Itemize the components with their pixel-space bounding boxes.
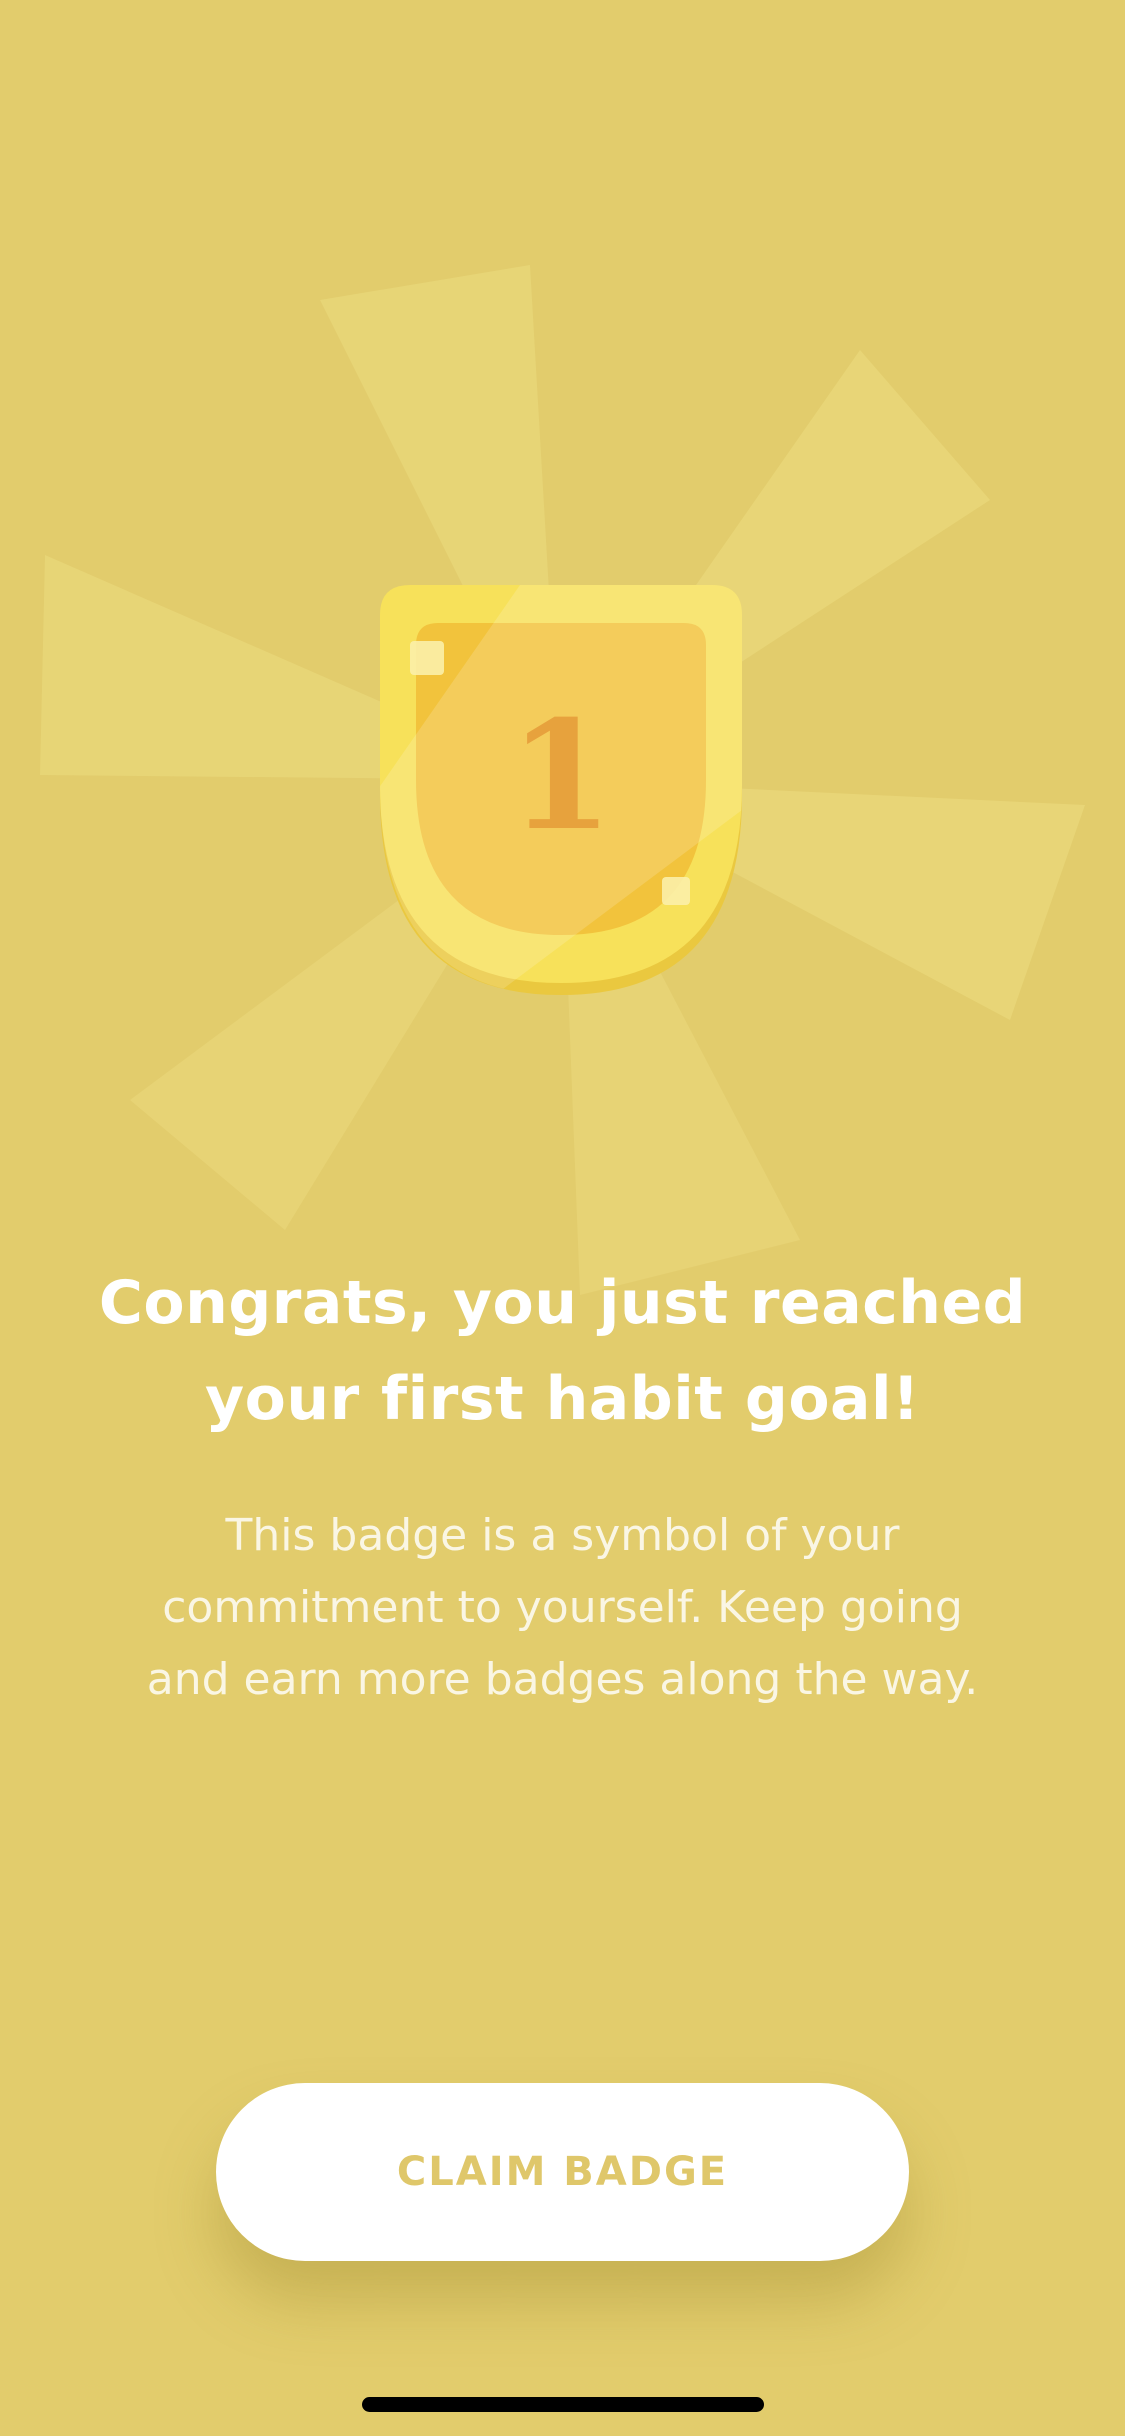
description-line: commitment to yourself. Keep going [162,1582,963,1633]
badge-description: This badge is a symbol of your commitmen… [80,1500,1045,1716]
badge-sparkle-icon [662,877,690,905]
home-indicator[interactable] [362,2397,764,2412]
badge-shield-icon: 1 [380,585,742,995]
badge-celebration-screen: 1 Congrats, you just reached your first … [0,0,1125,2436]
description-line: This badge is a symbol of your [225,1510,900,1561]
badge-sparkle-icon [410,641,444,675]
badge-number: 1 [509,688,613,864]
claim-badge-button[interactable]: CLAIM BADGE [216,2083,909,2261]
title-line: your first habit goal! [205,1364,920,1434]
description-line: and earn more badges along the way. [146,1654,979,1705]
congrats-title: Congrats, you just reached your first ha… [60,1255,1065,1447]
title-line: Congrats, you just reached [98,1268,1027,1338]
